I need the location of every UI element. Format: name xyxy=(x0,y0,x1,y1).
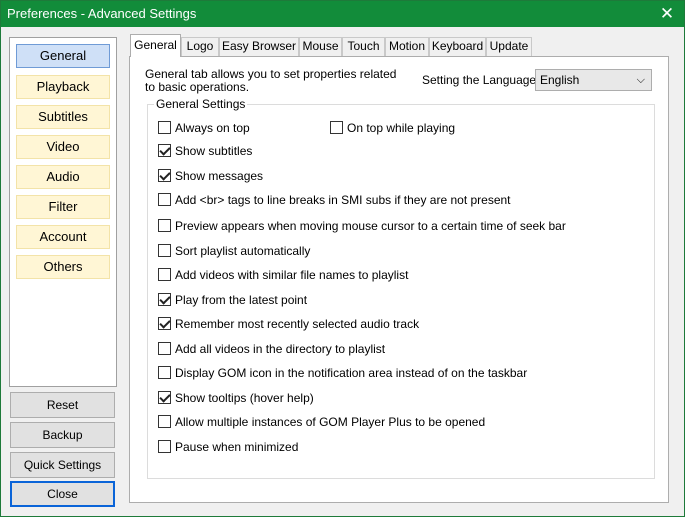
checkbox-box[interactable] xyxy=(158,268,171,281)
tab-description: General tab allows you to set properties… xyxy=(145,67,397,94)
checkbox-label: Add all videos in the directory to playl… xyxy=(175,342,386,356)
checkbox-box[interactable] xyxy=(330,121,343,134)
checkbox-box[interactable] xyxy=(158,244,171,257)
checkbox-box[interactable] xyxy=(158,440,171,453)
checkbox-label: Add <br> tags to line breaks in SMI subs… xyxy=(175,193,511,207)
language-value: English xyxy=(540,73,580,87)
backup-preferences-button[interactable]: Backup Preferences xyxy=(10,422,115,466)
general-tab-panel: General tab allows you to set properties… xyxy=(129,56,669,503)
general-settings-group: General Settings Always on top On top wh… xyxy=(147,97,655,479)
tab-touch[interactable]: Touch xyxy=(342,37,385,56)
category-others[interactable]: Others xyxy=(16,255,110,279)
checkbox-label: On top while playing xyxy=(347,121,456,135)
tab-motion[interactable]: Motion xyxy=(385,37,429,56)
checkbox-box[interactable] xyxy=(158,415,171,428)
checkbox-label: Preview appears when moving mouse cursor… xyxy=(175,219,566,233)
title-bar: Preferences - Advanced Settings ✕ xyxy=(1,1,684,27)
checkbox-label: Allow multiple instances of GOM Player P… xyxy=(175,415,486,429)
category-video[interactable]: Video xyxy=(16,135,110,159)
chevron-down-icon: ⌵ xyxy=(636,74,645,86)
category-audio[interactable]: Audio xyxy=(16,165,110,189)
reset-button[interactable]: Reset xyxy=(10,392,115,418)
category-filter[interactable]: Filter xyxy=(16,195,110,219)
close-icon[interactable]: ✕ xyxy=(650,1,684,27)
checkbox-box[interactable] xyxy=(158,391,171,404)
category-account[interactable]: Account xyxy=(16,225,110,249)
checkbox-box[interactable] xyxy=(158,121,171,134)
tab-easy-browser[interactable]: Easy Browser xyxy=(219,37,299,56)
group-title: General Settings xyxy=(154,97,248,111)
checkbox-label: Display GOM icon in the notification are… xyxy=(175,366,528,380)
checkbox-label: Pause when minimized xyxy=(175,440,299,454)
category-list: General Playback Subtitles Video Audio F… xyxy=(9,37,117,387)
checkbox-label: Show tooltips (hover help) xyxy=(175,391,314,405)
checkbox-box[interactable] xyxy=(158,219,171,232)
quick-settings-button[interactable]: Quick Settings xyxy=(10,452,115,478)
checkbox-box[interactable] xyxy=(158,317,171,330)
tab-general[interactable]: General xyxy=(130,34,181,57)
checkbox-label: Always on top xyxy=(175,121,250,135)
tab-keyboard[interactable]: Keyboard xyxy=(429,37,486,56)
close-button[interactable]: Close xyxy=(10,481,115,507)
preferences-window: Preferences - Advanced Settings ✕ Genera… xyxy=(0,0,685,517)
language-select[interactable]: English ⌵ xyxy=(535,69,652,91)
checkbox-label: Show subtitles xyxy=(175,144,253,158)
window-title: Preferences - Advanced Settings xyxy=(7,6,197,21)
checkbox-label: Add videos with similar file names to pl… xyxy=(175,268,409,282)
category-general[interactable]: General xyxy=(16,44,110,68)
tab-mouse[interactable]: Mouse xyxy=(299,37,342,56)
checkbox-label: Play from the latest point xyxy=(175,293,308,307)
category-playback[interactable]: Playback xyxy=(16,75,110,99)
checkbox-box[interactable] xyxy=(158,293,171,306)
category-subtitles[interactable]: Subtitles xyxy=(16,105,110,129)
checkbox-label: Sort playlist automatically xyxy=(175,244,311,258)
checkbox-label: Show messages xyxy=(175,169,264,183)
checkbox-label: Remember most recently selected audio tr… xyxy=(175,317,420,331)
tab-update[interactable]: Update xyxy=(486,37,532,56)
checkbox-box[interactable] xyxy=(158,144,171,157)
checkbox-box[interactable] xyxy=(158,366,171,379)
checkbox-box[interactable] xyxy=(158,342,171,355)
language-label: Setting the Language xyxy=(422,73,537,87)
checkbox-box[interactable] xyxy=(158,169,171,182)
tab-logo[interactable]: Logo xyxy=(181,37,219,56)
checkbox-box[interactable] xyxy=(158,193,171,206)
